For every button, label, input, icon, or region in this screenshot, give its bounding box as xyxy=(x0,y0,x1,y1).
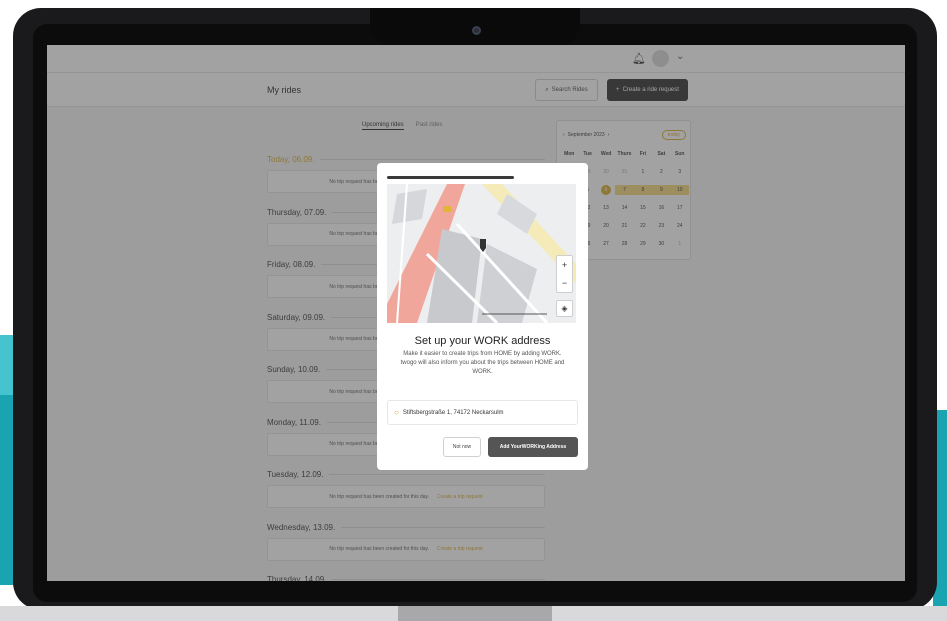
modal-title: Set up your WORK address xyxy=(414,335,551,347)
map-illustration xyxy=(387,184,576,323)
app-window: 🔔︎ ⌄ My rides ⌕ Search Rides + Create a … xyxy=(47,45,905,581)
layers-icon[interactable]: ◈ xyxy=(556,300,573,317)
zoom-in-button[interactable]: + xyxy=(557,256,572,274)
work-address-value: Stiftsbergstraße 1, 74172 Neckarsulm xyxy=(402,409,504,416)
laptop-base-notch xyxy=(398,606,552,621)
not-now-button[interactable]: Not now xyxy=(443,437,481,457)
laptop-screen: 🔔︎ ⌄ My rides ⌕ Search Rides + Create a … xyxy=(47,45,905,581)
camera-icon xyxy=(472,26,481,35)
location-pin-icon: ○ xyxy=(394,408,399,417)
map-zoom-control: + − xyxy=(556,255,573,293)
work-address-field[interactable]: ○ Stiftsbergstraße 1, 74172 Neckarsulm xyxy=(387,400,578,425)
onboarding-progress-bar xyxy=(387,176,514,179)
address-map[interactable]: + − ◈ xyxy=(387,184,576,323)
zoom-out-button[interactable]: − xyxy=(557,274,572,292)
work-address-modal: + − ◈ Set up your WORK address Make it e… xyxy=(377,163,588,470)
add-work-address-button[interactable]: Add YourWORKing Address xyxy=(488,437,578,457)
screenshot-stage: 🔔︎ ⌄ My rides ⌕ Search Rides + Create a … xyxy=(0,0,947,621)
modal-description: Make it easier to create trips from HOME… xyxy=(400,351,565,375)
